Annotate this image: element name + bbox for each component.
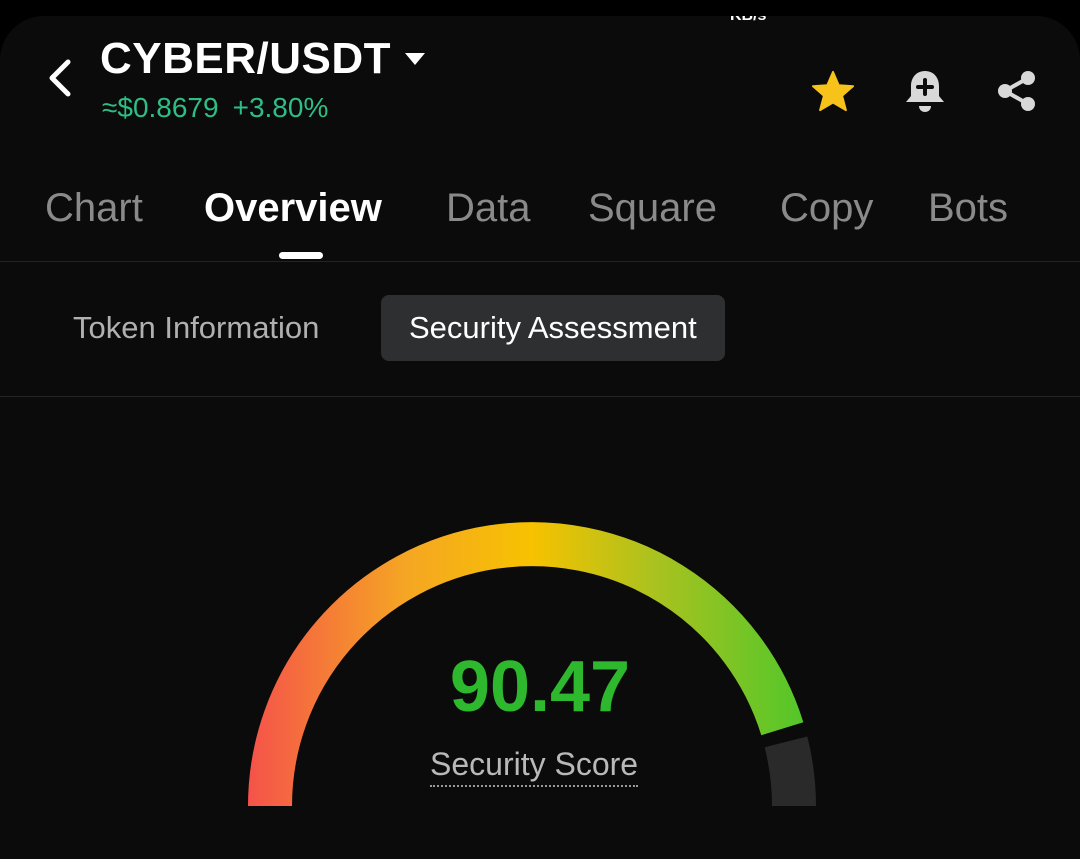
status-bar-network-speed: KB/s (730, 16, 766, 25)
back-arrow-icon (49, 59, 71, 97)
gauge-track (764, 736, 816, 807)
chevron-down-icon[interactable] (405, 53, 426, 65)
active-tab-indicator (279, 252, 323, 259)
tab-chart[interactable]: Chart (45, 186, 143, 231)
overview-subtabs: Token Information Security Assessment (0, 280, 1080, 397)
back-button[interactable] (38, 56, 82, 100)
share-button[interactable] (994, 68, 1040, 114)
tab-data[interactable]: Data (446, 186, 531, 231)
security-score-label[interactable]: Security Score (430, 746, 639, 787)
main-tabs: Chart Overview Data Square Copy Bots (0, 186, 1080, 262)
subtab-token-information[interactable]: Token Information (73, 295, 319, 361)
star-icon (811, 70, 855, 112)
price-alert-button[interactable] (902, 68, 948, 114)
pair-title: CYBER/USDT (100, 34, 392, 83)
favorite-button[interactable] (810, 68, 856, 114)
share-icon (998, 71, 1035, 111)
tab-overview[interactable]: Overview (204, 186, 382, 231)
tab-square[interactable]: Square (588, 186, 717, 231)
app-screen: KB/s CYBER/USDT ≈$0.8679 +3.80% (0, 16, 1080, 859)
gauge-arc (248, 522, 816, 807)
tab-bots[interactable]: Bots (928, 186, 1008, 231)
security-score-value: 90.47 (449, 647, 631, 727)
last-price: ≈$0.8679 (102, 92, 219, 123)
subtab-security-assessment[interactable]: Security Assessment (381, 295, 725, 361)
header-actions (810, 68, 1040, 114)
tab-copy[interactable]: Copy (780, 186, 873, 231)
bell-plus-icon (906, 71, 944, 112)
pair-selector[interactable]: CYBER/USDT (100, 34, 426, 84)
security-gauge: 90.47 Security Score (0, 396, 1080, 859)
price-row: ≈$0.8679 +3.80% (102, 92, 328, 124)
price-change: +3.80% (232, 92, 329, 123)
